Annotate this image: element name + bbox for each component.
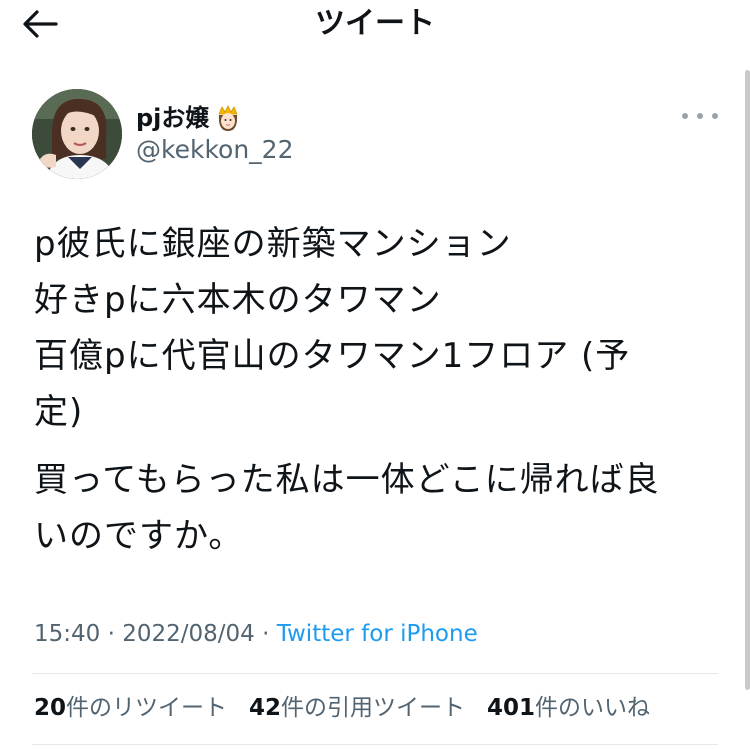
top-bar: ツイート: [0, 0, 750, 50]
tweet-paragraph: 買ってもらった私は一体どこに帰れば良 いのですか。: [34, 460, 660, 556]
tweet-text: p彼氏に銀座の新築マンション 好きpに六本木のタワマン 百億pに代官山のタワマン…: [34, 216, 724, 564]
scrollbar[interactable]: [745, 70, 750, 690]
like-label: 件のいいね: [535, 695, 651, 721]
like-count-link[interactable]: 401件のいいね: [487, 690, 650, 726]
avatar[interactable]: [32, 89, 122, 179]
display-name-row[interactable]: pjお嬢: [136, 100, 243, 136]
display-name[interactable]: pjお嬢: [136, 103, 209, 133]
tweet-source-link[interactable]: Twitter for iPhone: [277, 621, 478, 647]
more-dot: [712, 113, 718, 119]
quote-label: 件の引用ツイート: [281, 695, 466, 721]
user-handle[interactable]: @kekkon_22: [136, 134, 293, 166]
page-title: ツイート: [315, 6, 435, 41]
divider: [32, 673, 718, 674]
tweet-time[interactable]: 15:40: [34, 621, 100, 647]
tweet-meta: 15:40 · 2022/08/04 · Twitter for iPhone: [34, 616, 478, 652]
tweet-date[interactable]: 2022/08/04: [122, 621, 255, 647]
more-options-button[interactable]: [682, 106, 718, 126]
like-count: 401: [487, 695, 536, 721]
quote-count: 42: [249, 695, 282, 721]
tweet-paragraph: p彼氏に銀座の新築マンション 好きpに六本木のタワマン 百億pに代官山のタワマン…: [34, 224, 631, 432]
meta-separator: ·: [254, 621, 277, 647]
engagement-stats: 20件のリツイート 42件の引用ツイート 401件のいいね: [34, 690, 672, 726]
more-dot: [697, 113, 703, 119]
retweet-count: 20: [34, 695, 67, 721]
princess-emoji-icon: [213, 103, 243, 133]
retweet-label: 件のリツイート: [66, 695, 228, 721]
meta-separator: ·: [100, 621, 123, 647]
more-dots-icon: [682, 113, 688, 119]
profile-photo-icon: [32, 89, 122, 179]
retweet-count-link[interactable]: 20件のリツイート: [34, 690, 227, 726]
quote-count-link[interactable]: 42件の引用ツイート: [249, 690, 465, 726]
divider: [32, 744, 718, 745]
